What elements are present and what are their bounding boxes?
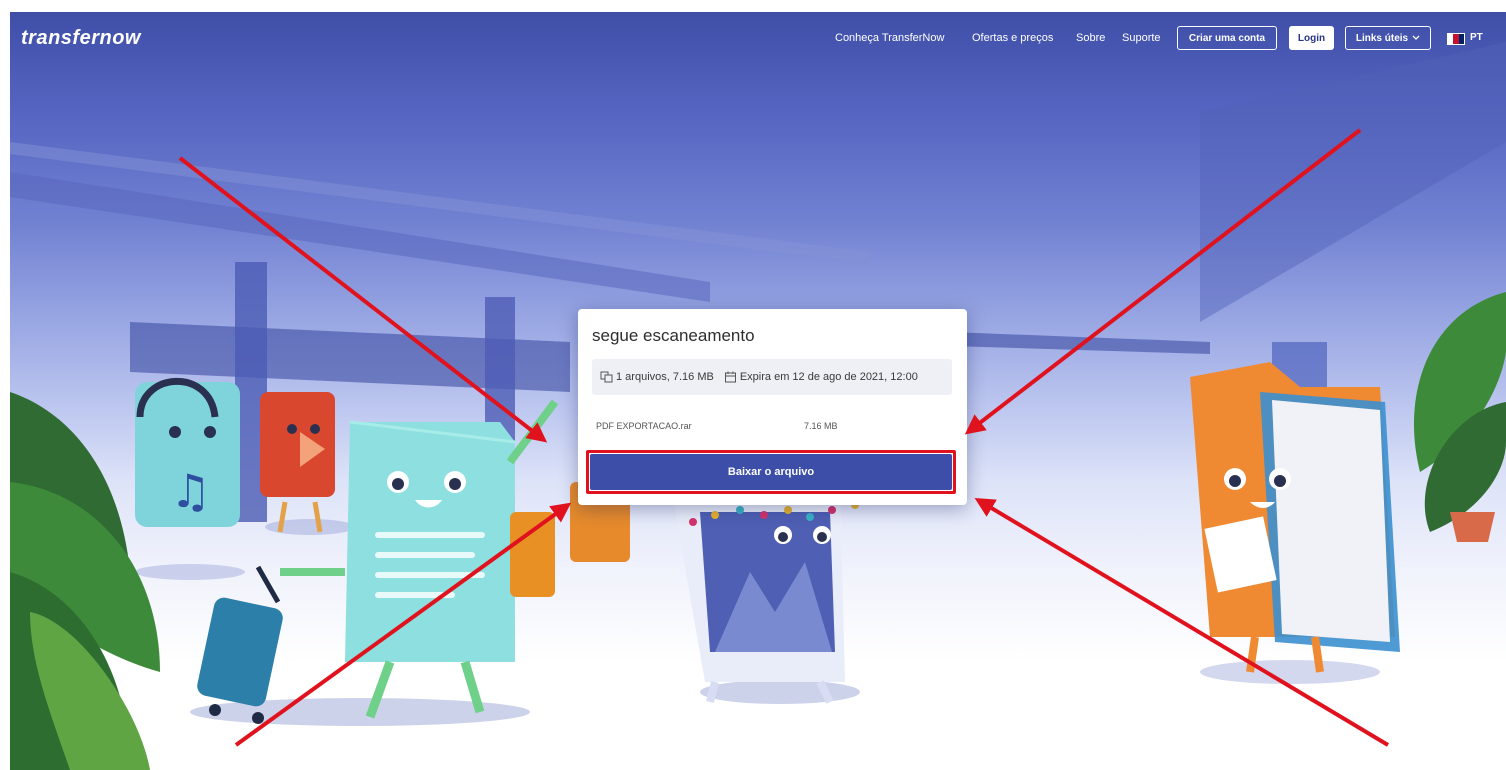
top-navigation: transfernow Conheça TransferNow Ofertas …	[10, 12, 1506, 67]
transfernow-logo[interactable]: transfernow	[21, 27, 141, 50]
calendar-icon	[724, 371, 736, 383]
create-account-button[interactable]: Criar uma conta	[1177, 26, 1277, 50]
file-size: 7.16 MB	[804, 421, 838, 431]
nav-link-about[interactable]: Sobre	[1076, 32, 1105, 44]
screenshot-frame: ♫ transfernow Conheça TransferNow Oferta…	[0, 0, 1506, 770]
file-name: PDF EXPORTACAO.rar	[596, 421, 692, 431]
transfer-meta-bar: 1 arquivos, 7.16 MB Expira em 12 de ago …	[592, 359, 952, 395]
svg-text:♫: ♫	[170, 464, 211, 518]
useful-links-label: Links úteis	[1355, 32, 1409, 44]
nav-link-support[interactable]: Suporte	[1122, 32, 1161, 44]
transfer-title: segue escaneamento	[592, 326, 755, 345]
files-summary: 1 arquivos, 7.16 MB	[616, 371, 714, 383]
uk-flag-icon[interactable]	[1447, 33, 1465, 45]
useful-links-dropdown[interactable]: Links úteis	[1345, 26, 1431, 50]
login-button[interactable]: Login	[1289, 26, 1334, 50]
nav-link-pricing[interactable]: Ofertas e preços	[972, 32, 1053, 44]
chevron-down-icon	[1412, 35, 1420, 40]
expiry-date: Expira em 12 de ago de 2021, 12:00	[739, 371, 918, 383]
transfer-card: segue escaneamento 1 arquivos, 7.16 MB E…	[578, 309, 967, 505]
nav-link-discover[interactable]: Conheça TransferNow	[835, 32, 944, 44]
language-code[interactable]: PT	[1470, 32, 1483, 43]
files-icon	[600, 371, 613, 383]
page-background: ♫ transfernow Conheça TransferNow Oferta…	[10, 12, 1506, 770]
download-button[interactable]: Baixar o arquivo	[590, 454, 952, 490]
